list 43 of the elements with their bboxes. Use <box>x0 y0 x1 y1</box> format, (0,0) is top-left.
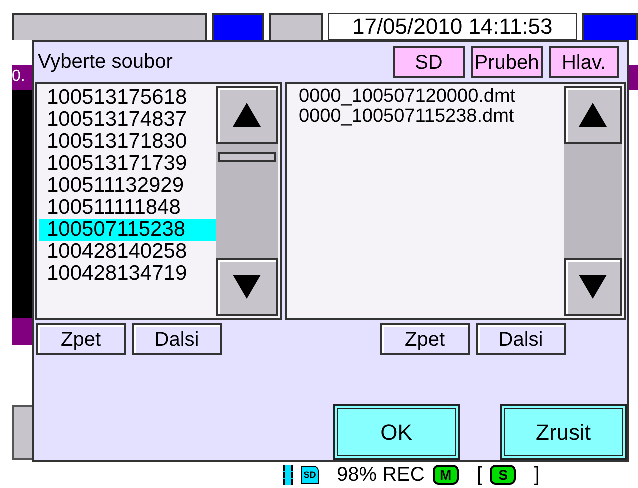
file-item[interactable]: 0000_100507120000.dmt <box>289 87 564 107</box>
sd-card-icon: SD <box>301 466 319 484</box>
up-arrow-icon <box>232 102 262 128</box>
status-badge: M <box>432 465 459 485</box>
scroll-down-button[interactable] <box>564 258 622 316</box>
header-button[interactable]: Hlav. <box>549 46 619 78</box>
up-arrow-icon <box>578 102 608 128</box>
nav-button[interactable]: Dalsi <box>476 323 566 355</box>
down-arrow-icon <box>578 274 608 300</box>
nav-button[interactable]: Dalsi <box>132 323 222 355</box>
memory-chip-icon <box>283 465 293 485</box>
folder-item[interactable]: 100513171739 <box>39 153 216 175</box>
scroll-up-button[interactable] <box>216 86 278 144</box>
dialog-button[interactable]: Zrusit <box>500 404 627 460</box>
folder-item[interactable]: 100511132929 <box>39 175 216 197</box>
nav-button[interactable]: Zpet <box>36 323 126 355</box>
folder-item[interactable]: 100428134719 <box>39 263 216 285</box>
status-text: 98% REC <box>337 464 425 486</box>
scroll-thumb[interactable] <box>218 152 276 162</box>
header-button[interactable]: Prubeh <box>471 46 543 78</box>
folder-item[interactable]: 100513175618 <box>39 87 216 109</box>
tab-button[interactable] <box>12 13 208 40</box>
file-item[interactable]: 0000_100507115238.dmt <box>289 107 564 127</box>
side-button[interactable] <box>12 405 34 460</box>
scroll-up-button[interactable] <box>564 86 622 144</box>
folder-item[interactable]: 100513174837 <box>39 109 216 131</box>
down-arrow-icon <box>232 274 262 300</box>
folder-item[interactable]: 100513171830 <box>39 131 216 153</box>
side-value: 0. <box>12 68 26 85</box>
dialog-button[interactable]: OK <box>333 404 460 460</box>
status-badge: S <box>490 465 516 485</box>
folder-item[interactable]: 100428140258 <box>39 241 216 263</box>
scroll-down-button[interactable] <box>216 258 278 316</box>
tab-button[interactable] <box>269 13 324 40</box>
status-text: [ <box>476 464 482 486</box>
folder-item[interactable]: 100507115238 <box>39 219 216 241</box>
nav-button[interactable]: Zpet <box>380 323 470 355</box>
status-text: ] <box>534 464 540 486</box>
folder-item[interactable]: 100511111848 <box>39 197 216 219</box>
side-strip <box>628 65 638 90</box>
dialog-title: Vyberte soubor <box>38 50 174 75</box>
date-time: 17/05/2010 14:11:53 <box>328 13 578 40</box>
header-button[interactable]: SD <box>393 46 465 78</box>
